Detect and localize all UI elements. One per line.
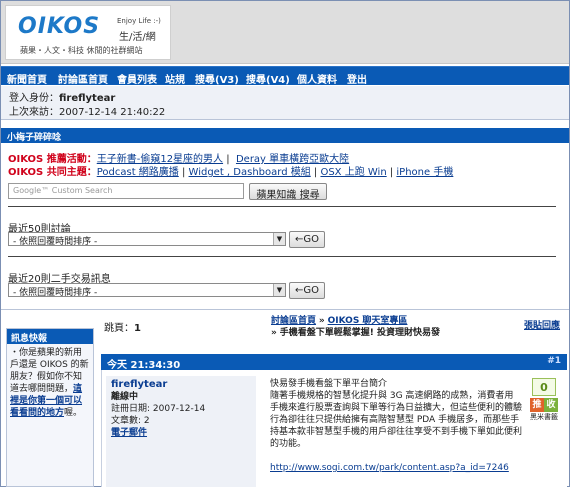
post-content-text: 隨著手機規格的智慧化提升與 3G 高速網路的成熟，消費者用手機來進行股票查詢與下… bbox=[270, 391, 523, 449]
logo-tagline: Enjoy Life :-) bbox=[117, 17, 161, 25]
breadcrumb-chatroom[interactable]: OIKOS 聊天室專區 bbox=[328, 316, 408, 326]
page-number[interactable]: 1 bbox=[134, 323, 141, 334]
promo-link[interactable]: Widget , Dashboard 模組 bbox=[189, 167, 311, 178]
logo-chinese: 生/活/網 bbox=[119, 32, 156, 43]
nav-logout[interactable]: 登出 bbox=[347, 71, 367, 86]
breadcrumb: 討論區首頁 » OIKOS 聊天室專區 » 手機看盤下單輕鬆掌握! 投資理財快易… bbox=[271, 315, 461, 339]
save-button[interactable]: 收 bbox=[544, 398, 558, 412]
post-reply-link[interactable]: 張貼回應 bbox=[524, 318, 560, 331]
nav-member-list[interactable]: 會員列表 bbox=[117, 71, 157, 86]
author-panel: fireflytear 離線中 註冊日期: 2007-12-14 文章數: 2 … bbox=[106, 376, 256, 487]
chevron-down-icon: ▼ bbox=[273, 284, 285, 296]
last-visit-label: 上次來訪： bbox=[9, 107, 59, 118]
last-visit-value: 2007-12-14 21:40:22 bbox=[59, 107, 166, 118]
go-button[interactable]: ←GO bbox=[289, 231, 325, 248]
news-flash-title: 訊息快報 bbox=[7, 329, 93, 344]
promo-label: OIKOS 共同主題： bbox=[8, 167, 97, 178]
chevron-down-icon: ▼ bbox=[273, 233, 285, 245]
news-flash-box: 訊息快報 ・你是蘋果的新用戶還是 OIKOS 的新朋友？假如你不知道去哪問問題，… bbox=[6, 328, 94, 487]
news-flash-tail: 喔。 bbox=[64, 408, 83, 418]
news-flash-body: ・你是蘋果的新用戶還是 OIKOS 的新朋友？假如你不知道去哪問問題，這裡是你第… bbox=[7, 344, 93, 422]
last-visit: 上次來訪：2007-12-14 21:40:22 bbox=[9, 103, 165, 118]
search-input[interactable]: Google™ Custom Search bbox=[8, 183, 244, 199]
bookmark-label: 黑米書籤 bbox=[530, 413, 558, 421]
logo-subtitle: 蘋果・人文・科技 休閒的社群網站 bbox=[20, 46, 143, 55]
search-placeholder: Google™ Custom Search bbox=[13, 186, 113, 195]
divider bbox=[8, 206, 556, 207]
select-value: - 依照回覆時間排序 - bbox=[13, 288, 98, 298]
author-email-link[interactable]: 電子郵件 bbox=[111, 428, 147, 438]
promo-link[interactable]: Podcast 網路廣播 bbox=[97, 167, 179, 178]
bookmark-count: 0 bbox=[532, 378, 556, 396]
section-title: 小梅子碎碎唸 bbox=[1, 128, 569, 143]
author-post-count: 文章數: 2 bbox=[111, 416, 150, 426]
logo-wordmark: OIKOS bbox=[18, 14, 101, 39]
nav-search-v4[interactable]: 搜尋(V4) bbox=[246, 71, 290, 86]
post-number[interactable]: #1 bbox=[547, 356, 561, 366]
thread-title: 手機看盤下單輕鬆掌握! 投資理財快易發 bbox=[279, 328, 440, 338]
divider bbox=[8, 256, 556, 257]
nav-profile[interactable]: 個人資料 bbox=[297, 71, 337, 86]
nav-rules[interactable]: 站規 bbox=[165, 71, 185, 86]
push-button[interactable]: 推 bbox=[530, 398, 544, 412]
breadcrumb-separator: » bbox=[318, 316, 325, 326]
recent-topics-select[interactable]: - 依照回覆時間排序 - ▼ bbox=[8, 232, 286, 247]
login-identity: 登入身份：fireflytear bbox=[9, 89, 115, 104]
post-content-title: 快易發手機看盤下單平台簡介 bbox=[270, 379, 388, 389]
promo-topics: OIKOS 共同主題：Podcast 網路廣播 | Widget , Dashb… bbox=[8, 167, 454, 178]
bookmark-actions: 推收 bbox=[530, 398, 558, 412]
nav-forum-home[interactable]: 討論區首頁 bbox=[58, 71, 108, 86]
breadcrumb-separator: » bbox=[271, 328, 277, 338]
main-nav: 新聞首頁 討論區首頁 會員列表 站規 搜尋(V3) 搜尋(V4) 個人資料 登出 bbox=[1, 66, 569, 86]
search-button[interactable]: 蘋果知識 搜尋 bbox=[249, 183, 327, 201]
site-header: OIKOS Enjoy Life :-) 生/活/網 蘋果・人文・科技 休閒的社… bbox=[1, 1, 569, 64]
thread-area: 訊息快報 ・你是蘋果的新用戶還是 OIKOS 的新朋友？假如你不知道去哪問問題，… bbox=[1, 309, 569, 487]
go-button[interactable]: ←GO bbox=[289, 282, 325, 299]
page-label: 跳頁： bbox=[104, 323, 134, 334]
author-name[interactable]: fireflytear bbox=[111, 379, 251, 391]
bookmark-widget: 0 推收 黑米書籤 bbox=[526, 378, 562, 422]
promo-link[interactable]: iPhone 手機 bbox=[396, 167, 453, 178]
post-link[interactable]: http://www.sogi.com.tw/park/content.asp?… bbox=[270, 463, 509, 473]
breadcrumb-forum-home[interactable]: 討論區首頁 bbox=[271, 316, 316, 326]
nav-news-home[interactable]: 新聞首頁 bbox=[7, 71, 47, 86]
nav-search-v3[interactable]: 搜尋(V3) bbox=[195, 71, 239, 86]
page-jump: 跳頁：1 bbox=[104, 319, 141, 334]
post-content: 快易發手機看盤下單平台簡介 隨著手機規格的智慧化提升與 3G 高速網路的成熟，消… bbox=[270, 378, 522, 474]
login-info: 登入身份：fireflytear 上次來訪：2007-12-14 21:40:2… bbox=[1, 86, 569, 120]
author-status: 離線中 bbox=[111, 392, 139, 402]
post-header: 今天 21:34:30 #1 bbox=[101, 354, 567, 371]
select-value: - 依照回覆時間排序 - bbox=[13, 237, 98, 247]
promo-link[interactable]: OSX 上跑 Win bbox=[320, 167, 386, 178]
recent-trade-select[interactable]: - 依照回覆時間排序 - ▼ bbox=[8, 283, 286, 298]
site-logo[interactable]: OIKOS Enjoy Life :-) 生/活/網 蘋果・人文・科技 休閒的社… bbox=[5, 5, 171, 60]
post-body: fireflytear 離線中 註冊日期: 2007-12-14 文章數: 2 … bbox=[101, 370, 567, 487]
author-reg-date: 註冊日期: 2007-12-14 bbox=[111, 404, 206, 414]
